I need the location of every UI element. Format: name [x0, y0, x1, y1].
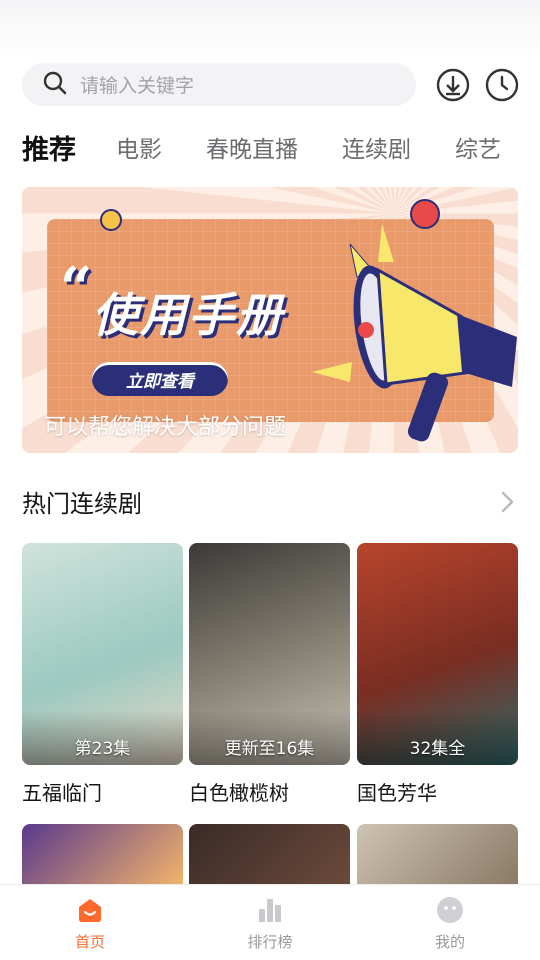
- bottom-nav: 首页 排行榜 我的: [0, 884, 540, 960]
- search-input[interactable]: 请输入关键字: [22, 63, 416, 106]
- tab-recommend[interactable]: 推荐: [22, 128, 76, 167]
- ranking-bars-icon: [259, 899, 281, 922]
- episode-badge: 更新至16集: [224, 739, 315, 759]
- section-title-hot-series: 热门连续剧: [22, 490, 142, 518]
- profile-face-icon: [437, 897, 463, 923]
- tab-movies[interactable]: 电影: [116, 130, 162, 164]
- tab-gala-live[interactable]: 春晚直播: [206, 130, 298, 164]
- episode-badge: 32集全: [409, 739, 466, 759]
- search-icon: [42, 70, 68, 100]
- status-area: [0, 0, 540, 60]
- series-card[interactable]: 32集全 国色芳华: [357, 543, 518, 806]
- history-clock-icon[interactable]: [485, 68, 519, 102]
- banner-quote-mark: “: [60, 255, 93, 321]
- category-tabs: 推荐 电影 春晚直播 连续剧 综艺: [22, 122, 540, 172]
- tab-variety[interactable]: 综艺: [455, 130, 501, 164]
- series-title: 五福临门: [22, 781, 102, 805]
- banner-subtitle: 可以帮您解决大部分问题: [44, 415, 287, 440]
- series-card[interactable]: 第23集 五福临门: [22, 543, 183, 806]
- nav-ranking[interactable]: 排行榜: [180, 885, 360, 960]
- nav-home[interactable]: 首页: [0, 885, 180, 960]
- nav-home-label: 首页: [74, 933, 105, 951]
- download-icon[interactable]: [436, 68, 470, 102]
- series-title: 白色橄榄树: [189, 781, 289, 805]
- episode-badge: 第23集: [74, 739, 131, 759]
- decor-dot-yellow: [100, 209, 122, 231]
- poster-image: 第23集: [22, 543, 183, 765]
- series-card[interactable]: 更新至16集 白色橄榄树: [189, 543, 350, 806]
- home-smile-icon: [79, 899, 101, 922]
- megaphone-icon: [312, 224, 517, 442]
- search-placeholder: 请输入关键字: [80, 75, 195, 97]
- series-title: 国色芳华: [357, 781, 437, 805]
- promo-banner[interactable]: “ 使用手册 立即查看 可以帮您解决大部分问题: [22, 187, 518, 453]
- banner-title: 使用手册: [92, 288, 284, 342]
- series-card-partial[interactable]: [189, 824, 350, 884]
- series-card-partial[interactable]: [22, 824, 183, 884]
- chevron-right-icon[interactable]: [497, 489, 517, 515]
- poster-image: 32集全: [357, 543, 518, 765]
- poster-image: 更新至16集: [189, 543, 350, 765]
- nav-ranking-label: 排行榜: [247, 933, 293, 951]
- series-card-partial[interactable]: [357, 824, 518, 884]
- banner-view-button[interactable]: 立即查看: [92, 362, 228, 396]
- nav-profile[interactable]: 我的: [360, 885, 540, 960]
- nav-profile-label: 我的: [434, 933, 465, 951]
- tab-series[interactable]: 连续剧: [342, 130, 411, 164]
